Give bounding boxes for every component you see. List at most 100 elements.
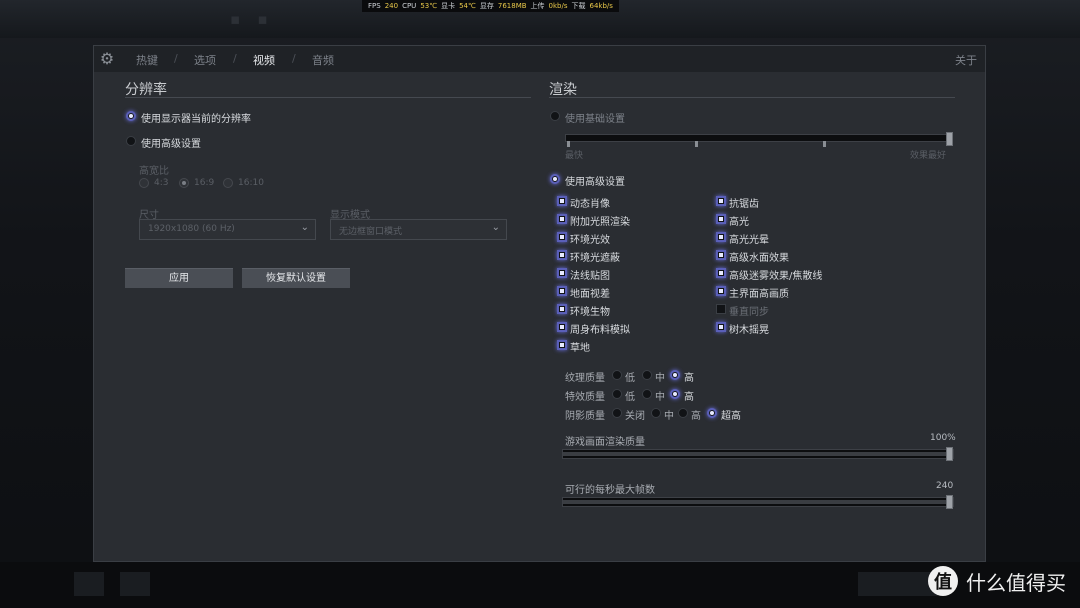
reset-defaults-button[interactable]: 恢复默认设置 [242, 268, 350, 288]
effects-low-radio[interactable] [612, 389, 622, 399]
apply-button[interactable]: 应用 [125, 268, 233, 288]
render-quality-slider-thumb[interactable] [946, 447, 953, 461]
effects-high-radio[interactable] [670, 389, 680, 399]
osd-vram-label: 显存 [479, 2, 494, 10]
chevron-down-icon: ⌄ [300, 222, 309, 233]
max-fps-slider-thumb[interactable] [946, 495, 953, 509]
osd-vram: 7618MB [497, 2, 527, 10]
chevron-down-icon: ⌄ [491, 222, 500, 233]
left-setting-checkbox[interactable] [557, 286, 567, 296]
tab-separator: / [292, 52, 296, 65]
osd-gpu-label: 显卡 [441, 2, 456, 10]
left-setting-label: 周身布料模拟 [570, 325, 630, 336]
left-setting-checkbox[interactable] [557, 304, 567, 314]
right-setting-checkbox[interactable] [716, 286, 726, 296]
use-advanced-render-radio[interactable] [550, 174, 560, 184]
use-current-resolution-radio[interactable] [126, 111, 136, 121]
left-setting-checkbox[interactable] [557, 232, 567, 242]
tab-hotkeys[interactable]: 热键 [136, 52, 158, 68]
shadow-high-radio[interactable] [678, 408, 688, 418]
tab-options[interactable]: 选项 [194, 52, 216, 68]
render-quality-slider[interactable] [562, 447, 954, 461]
use-advanced-resolution-label: 使用高级设置 [141, 139, 201, 150]
effects-mid-radio[interactable] [642, 389, 652, 399]
watermark-text: 什么值得买 [966, 570, 1066, 595]
gear-icon[interactable]: ⚙ [98, 50, 116, 68]
tab-audio[interactable]: 音频 [312, 52, 334, 68]
slider-tick [567, 141, 570, 147]
right-setting-checkbox[interactable] [716, 268, 726, 278]
osd-fps: 240 [384, 2, 399, 10]
right-setting-checkbox[interactable] [716, 196, 726, 206]
left-setting-label: 环境光效 [570, 235, 610, 246]
texture-high-label: 高 [684, 373, 694, 384]
left-setting-label: 草地 [570, 343, 590, 354]
osd-up-label: 上传 [530, 2, 545, 10]
game-bottom-bar [0, 562, 1080, 608]
texture-low-radio[interactable] [612, 370, 622, 380]
texture-high-radio[interactable] [670, 370, 680, 380]
use-current-resolution-label: 使用显示器当前的分辨率 [141, 114, 251, 125]
display-mode-select-value: 无边框窗口模式 [339, 227, 403, 237]
resolution-title: 分辨率 [125, 82, 167, 98]
basic-quality-slider[interactable] [565, 132, 953, 146]
left-setting-label: 环境生物 [570, 307, 610, 318]
size-select[interactable]: 1920x1080 (60 Hz) ⌄ [139, 219, 316, 240]
bottom-icon [120, 572, 150, 596]
osd-fps-label: FPS [368, 2, 381, 10]
left-setting-label: 地面视差 [570, 289, 610, 300]
aspect-16-10-radio[interactable] [223, 178, 233, 188]
slider-low-label: 最快 [565, 151, 584, 161]
use-basic-settings-radio[interactable] [550, 111, 560, 121]
left-setting-label: 环境光遮蔽 [570, 253, 620, 264]
performance-overlay: FPS 240 CPU 53℃ 显卡 54℃ 显存 7618MB 上传 0kb/s 下载 6… [362, 0, 619, 12]
about-link[interactable]: 关于 [955, 52, 977, 68]
left-setting-label: 法线贴图 [570, 271, 610, 282]
right-setting-label: 高光 [729, 217, 749, 228]
shadow-mid-radio[interactable] [651, 408, 661, 418]
tab-video[interactable]: 视频 [253, 52, 275, 68]
bottom-button [858, 572, 938, 596]
shadow-ultra-radio[interactable] [707, 408, 717, 418]
osd-gpu: 54℃ [459, 2, 476, 10]
texture-low-label: 低 [625, 373, 635, 384]
max-fps-slider[interactable] [562, 495, 954, 509]
aspect-ratio-label: 高宽比 [139, 166, 169, 177]
max-fps-slider-fill [563, 500, 953, 504]
slider-high-label: 效果最好 [910, 151, 947, 161]
topbar-ghost-text: ▪ ▪ [230, 10, 274, 28]
right-setting-checkbox[interactable] [716, 322, 726, 332]
max-fps-value: 240 [936, 481, 954, 491]
left-setting-checkbox[interactable] [557, 268, 567, 278]
left-setting-checkbox[interactable] [557, 214, 567, 224]
aspect-4-3-radio[interactable] [139, 178, 149, 188]
aspect-4-3-label: 4:3 [154, 178, 169, 188]
effects-high-label: 高 [684, 392, 694, 403]
texture-mid-radio[interactable] [642, 370, 652, 380]
max-fps-label: 可行的每秒最大帧数 [565, 485, 655, 496]
shadow-off-radio[interactable] [612, 408, 622, 418]
left-setting-label: 动态肖像 [570, 199, 610, 210]
right-setting-checkbox[interactable] [716, 304, 726, 314]
right-setting-label: 主界面高画质 [729, 289, 789, 300]
slider-tick [695, 141, 698, 147]
basic-quality-slider-thumb[interactable] [946, 132, 953, 146]
display-mode-select[interactable]: 无边框窗口模式 ⌄ [330, 219, 507, 240]
left-setting-checkbox[interactable] [557, 340, 567, 350]
left-setting-checkbox[interactable] [557, 322, 567, 332]
osd-cpu: 53℃ [420, 2, 438, 10]
right-setting-checkbox[interactable] [716, 250, 726, 260]
shadow-ultra-label: 超高 [721, 411, 741, 422]
use-advanced-resolution-radio[interactable] [126, 136, 136, 146]
osd-down-label: 下载 [571, 2, 586, 10]
right-setting-label: 垂直同步 [729, 307, 769, 318]
right-setting-checkbox[interactable] [716, 214, 726, 224]
left-setting-checkbox[interactable] [557, 196, 567, 206]
resolution-divider [125, 97, 531, 98]
right-setting-checkbox[interactable] [716, 232, 726, 242]
aspect-16-9-radio[interactable] [179, 178, 189, 188]
settings-panel: ⚙ 热键 / 选项 / 视频 / 音频 关于 分辨率 使用显示器当前的分辨率 使… [93, 45, 986, 562]
aspect-16-10-label: 16:10 [238, 178, 264, 188]
aspect-16-9-label: 16:9 [194, 178, 215, 188]
left-setting-checkbox[interactable] [557, 250, 567, 260]
